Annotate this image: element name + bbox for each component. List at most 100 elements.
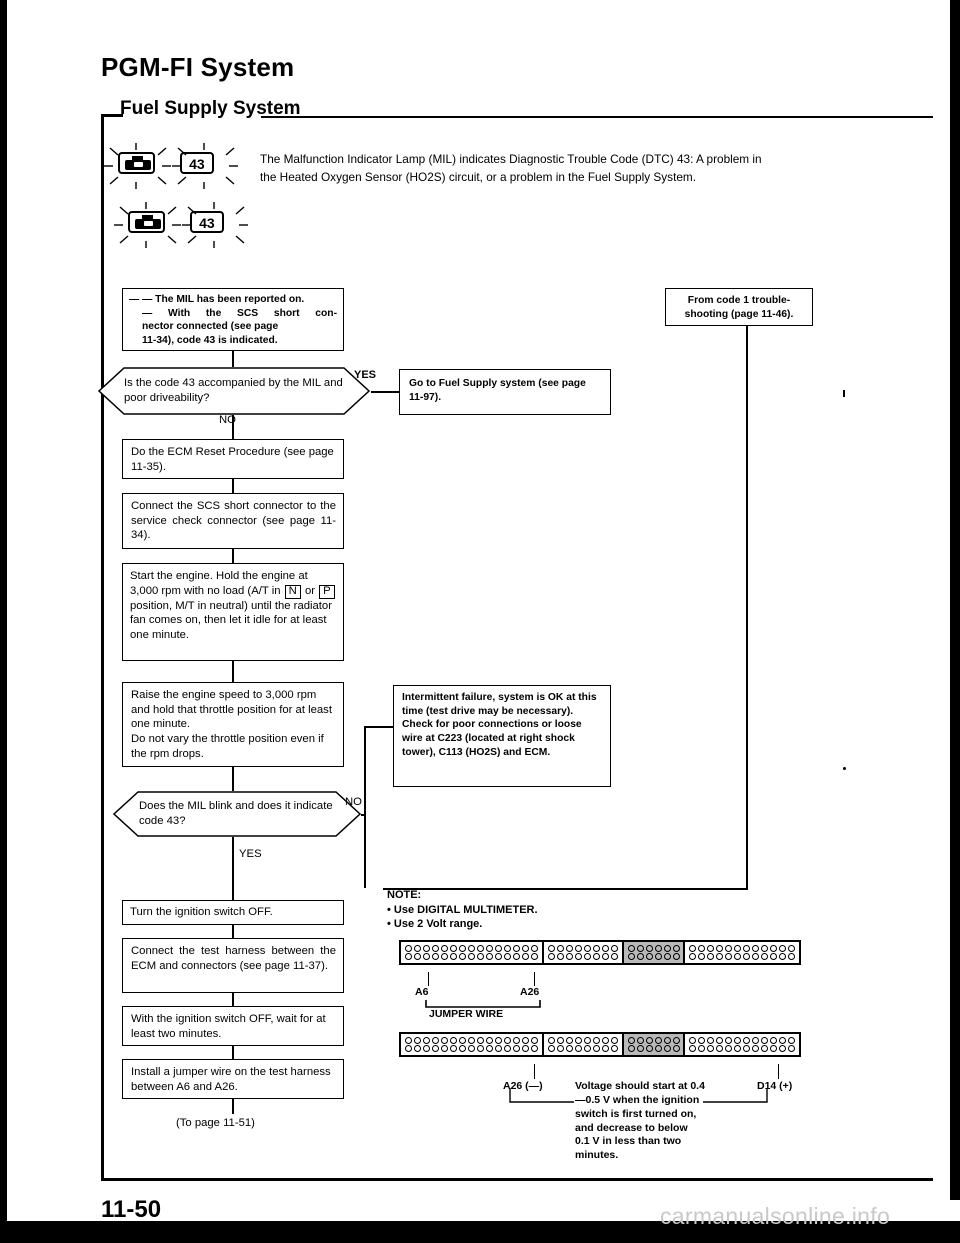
connector-pin [716, 1037, 724, 1044]
scan-artifact [843, 767, 846, 770]
connector-pin [743, 953, 751, 960]
connector-pin [779, 945, 787, 952]
connector-pin [698, 1037, 706, 1044]
connector-pin [779, 953, 787, 960]
connector-pin [654, 1045, 662, 1052]
pin-a6-tick [428, 972, 430, 986]
connector-pin [716, 1045, 724, 1052]
section-bracket-vertical [101, 114, 104, 1181]
intermittent-failure-box: Intermittent failure, system is OK at th… [393, 685, 611, 787]
flow-line [232, 661, 234, 682]
voltage-spec-rule-left [509, 1088, 574, 1103]
connector-pin [432, 1037, 439, 1044]
manual-page: PGM-FI System Fuel Supply System 43 43 T… [0, 0, 960, 1243]
page-edge-left [0, 0, 7, 1243]
connector-pin [725, 945, 733, 952]
flow-line [232, 837, 234, 900]
connector-pin-row [405, 1045, 538, 1052]
connector-pin [468, 1045, 475, 1052]
connector-pin [610, 945, 618, 952]
connector-pin [495, 945, 502, 952]
connector-pin [610, 953, 618, 960]
connector-segment [399, 1032, 544, 1057]
connector-pin-row [547, 1037, 618, 1044]
ecm-connector-strip-bottom [399, 1032, 802, 1057]
page-title: PGM-FI System [101, 52, 295, 82]
intro-line-2: the Heated Oxygen Sensor (HO2S) circuit,… [260, 170, 697, 185]
connector-pin [645, 945, 653, 952]
pin-a26-neg-tick [534, 1064, 536, 1079]
section-bracket-corner [101, 114, 123, 117]
connector-pin [698, 953, 706, 960]
connector-pin [574, 1037, 582, 1044]
connector-pin [522, 1037, 529, 1044]
connector-pin [405, 1037, 412, 1044]
decision2-yes-label: YES [239, 848, 262, 860]
connector-pin [565, 945, 573, 952]
connector-pin [513, 953, 520, 960]
decision-yes-label: YES [354, 369, 377, 381]
step-wait-box: With the ignition switch OFF, wait for a… [122, 1006, 344, 1046]
connector-pin [477, 953, 484, 960]
connector-pin [405, 945, 412, 952]
step-scs-connector-box: Connect the SCS short connector to the s… [122, 493, 344, 549]
check-engine-lamp-icon [118, 152, 155, 174]
connector-pin [414, 1037, 421, 1044]
voltage-spec-rule-right [703, 1088, 768, 1103]
start-engine-text-post: position, M/T in neutral) until the radi… [130, 599, 332, 641]
connector-pin [663, 1037, 671, 1044]
connector-pin [574, 945, 582, 952]
connector-pin [770, 1037, 778, 1044]
connector-pin [531, 1037, 538, 1044]
connector-pin [645, 953, 653, 960]
flow-line [371, 391, 399, 393]
from-code1-box: From code 1 trouble-shooting (page 11-46… [665, 288, 813, 326]
connector-pin [788, 1045, 796, 1052]
connector-pin [636, 953, 644, 960]
intro-line-1: The Malfunction Indicator Lamp (MIL) ind… [260, 152, 762, 166]
connector-pin [423, 953, 430, 960]
connector-pin [752, 1045, 760, 1052]
connector-pin [547, 945, 555, 952]
page-edge-right [950, 0, 960, 1200]
connector-pin [486, 945, 493, 952]
step-install-jumper-box: Install a jumper wire on the test harnes… [122, 1059, 344, 1099]
connector-pin [477, 1045, 484, 1052]
connector-pin [654, 953, 662, 960]
connector-pin [486, 953, 493, 960]
section-rule-bottom [101, 1178, 933, 1181]
connector-pin [432, 1045, 439, 1052]
connector-pin [423, 1037, 430, 1044]
connector-pin [601, 953, 609, 960]
flow-line [364, 726, 366, 814]
gear-n-indicator: N [284, 584, 301, 599]
symptom-box: — — The MIL has been reported on. — With… [122, 288, 344, 351]
connector-pin [689, 1037, 697, 1044]
connector-pin [627, 953, 635, 960]
connector-pin [547, 1045, 555, 1052]
connector-pin [495, 1045, 502, 1052]
connector-pin [770, 945, 778, 952]
connector-pin [583, 953, 591, 960]
decision-label: Does the MIL blink and does it indicate … [139, 800, 333, 827]
connector-pin [716, 953, 724, 960]
connector-pin [734, 945, 742, 952]
from-code1-label: From code 1 trouble-shooting (page 11-46… [684, 295, 794, 320]
section-rule-top [261, 116, 933, 118]
goto-fuel-supply-box: Go to Fuel Supply system (see page 11-97… [399, 369, 611, 415]
connector-pin [761, 1037, 769, 1044]
connector-pin [504, 945, 511, 952]
mil-indicator-row-2: 43 [128, 211, 224, 233]
connector-pin [432, 953, 439, 960]
connector-pin [734, 1045, 742, 1052]
connector-pin-row [405, 945, 538, 952]
connector-pin [441, 945, 448, 952]
flow-line [232, 479, 234, 493]
connector-pin [636, 945, 644, 952]
symptom-line-4: 11-34), code 43 is indicated. [142, 335, 278, 347]
connector-pin-row [627, 1045, 680, 1052]
intro-paragraph: The Malfunction Indicator Lamp (MIL) ind… [260, 150, 880, 187]
flow-line [232, 1046, 234, 1059]
connector-pin [513, 945, 520, 952]
connector-pin-row [405, 953, 538, 960]
